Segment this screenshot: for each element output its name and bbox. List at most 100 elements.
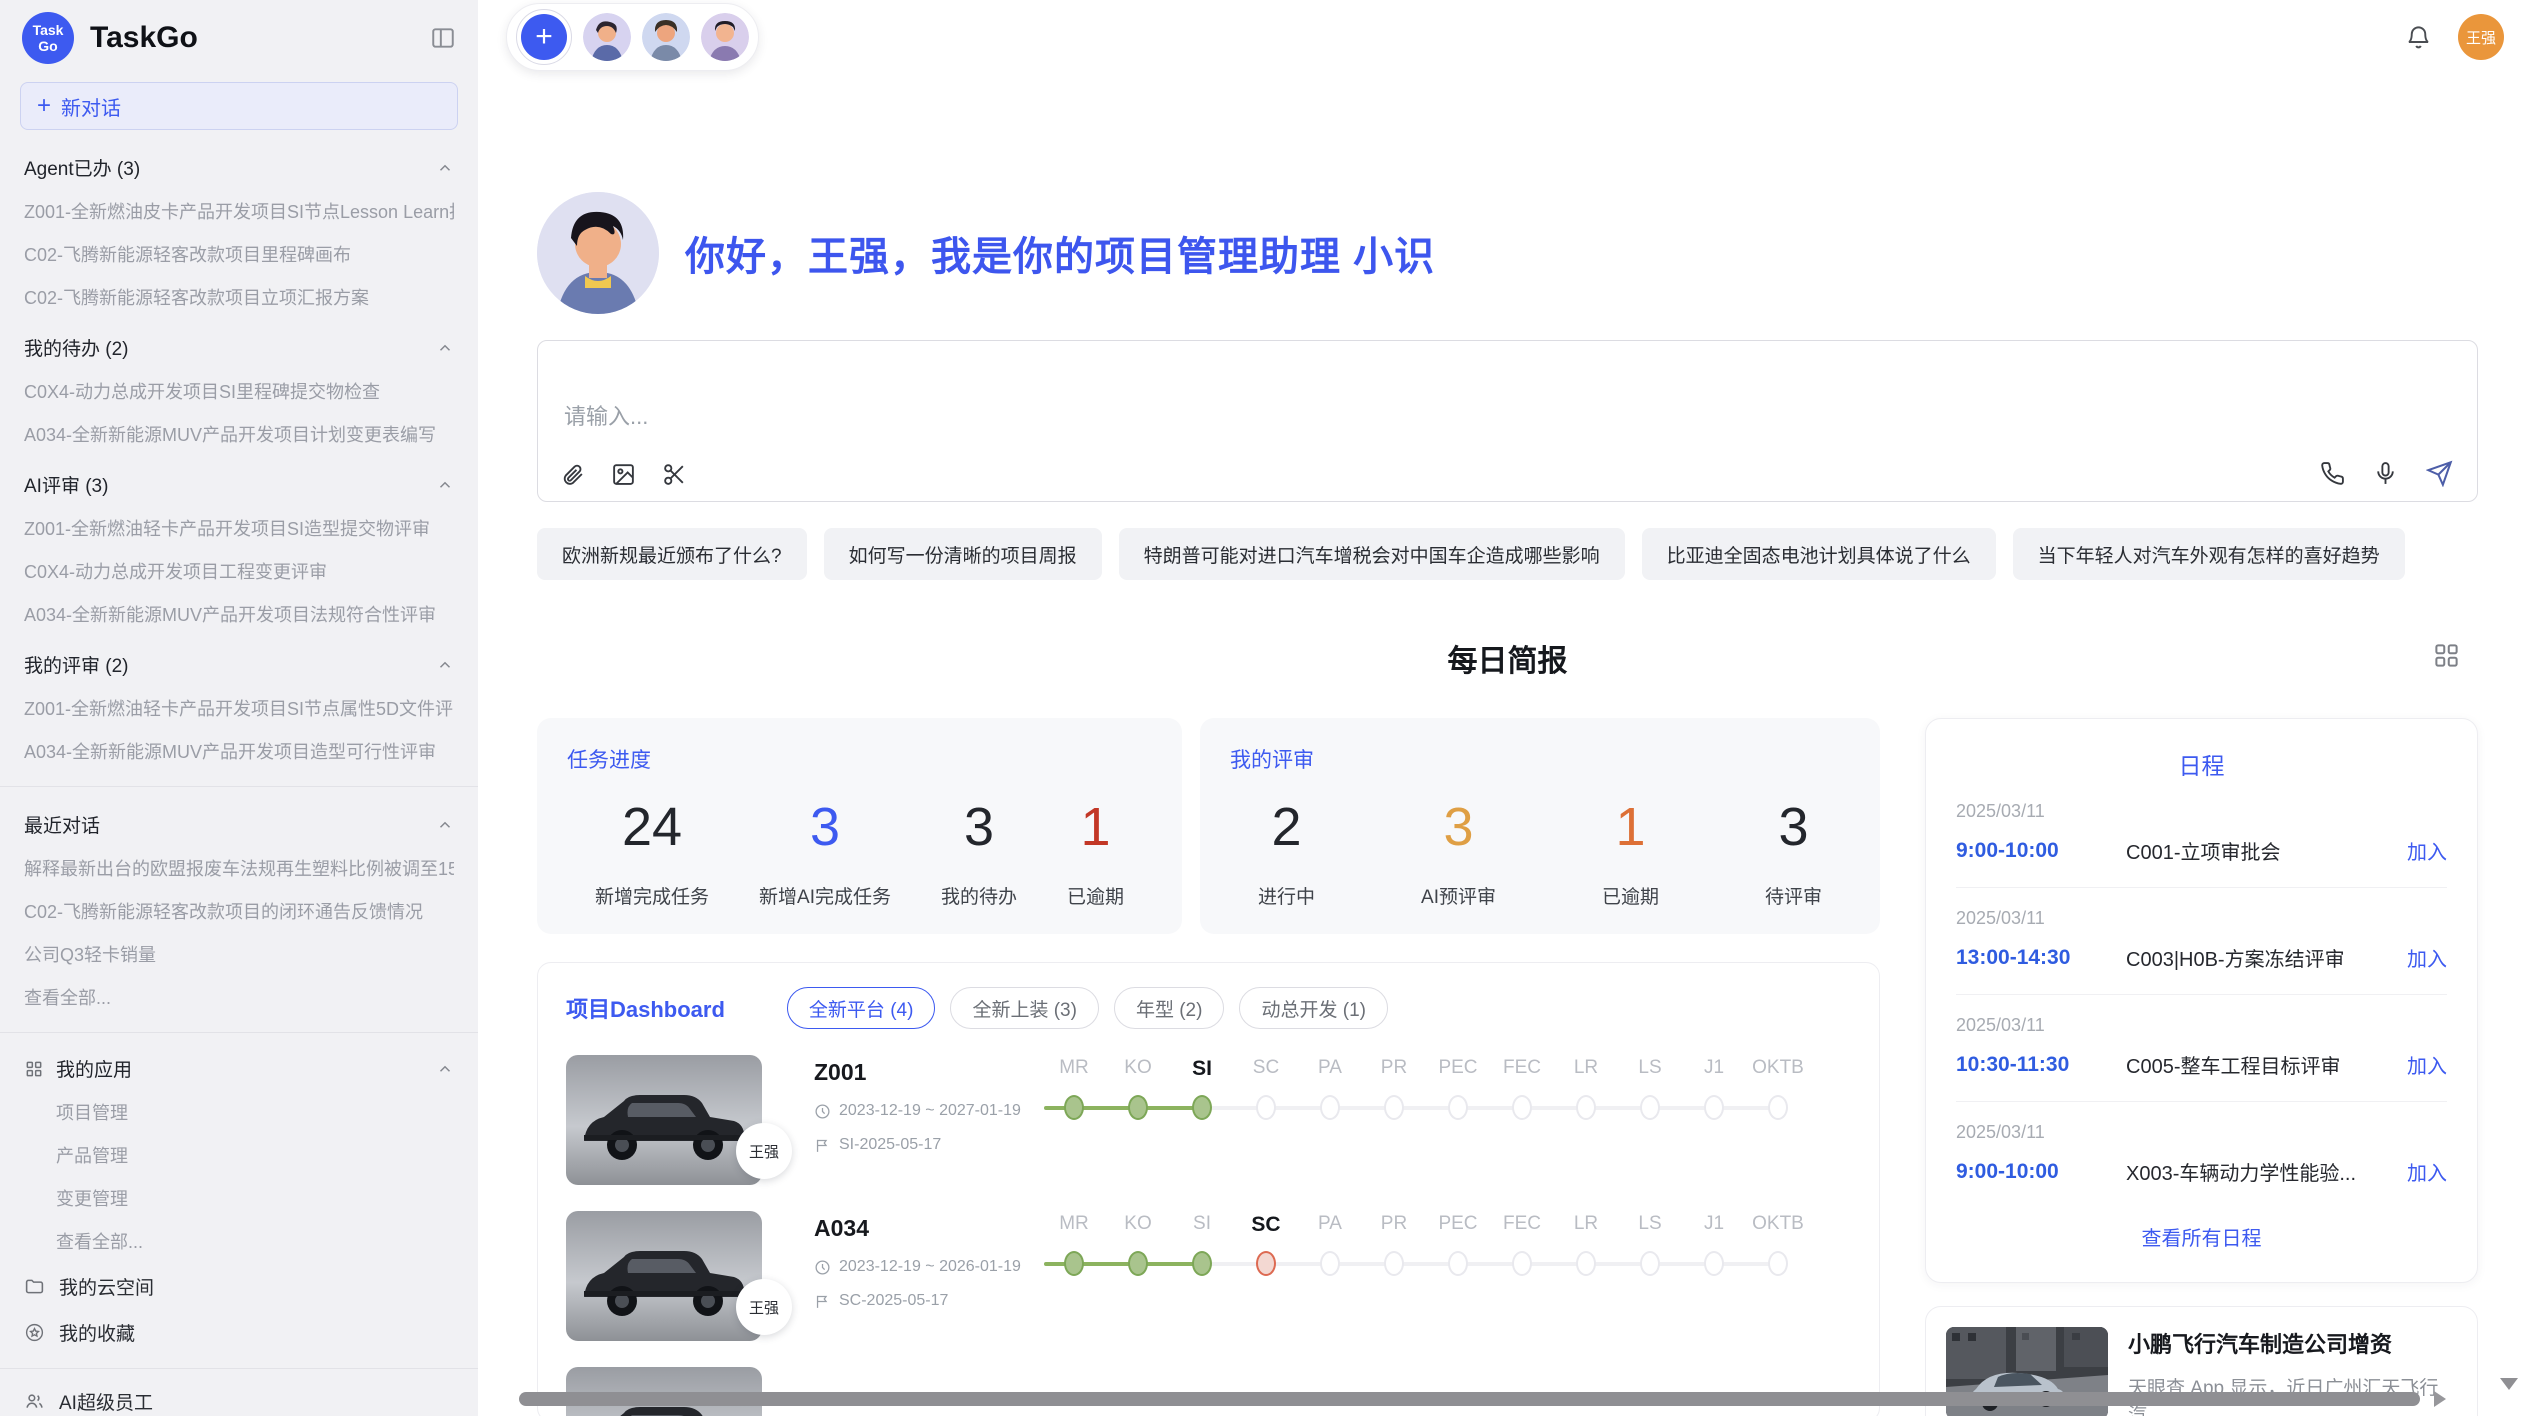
sidebar-item[interactable]: C0X4-动力总成开发项目SI里程碑提交物检查 xyxy=(24,378,454,404)
agent-avatar-1[interactable] xyxy=(583,13,631,61)
sidebar-item[interactable]: C0X4-动力总成开发项目工程变更评审 xyxy=(24,558,454,584)
main-area: + 王强 你好，王强，我是你的项目管理助理 小识 xyxy=(478,0,2532,1416)
milestone-dots xyxy=(1042,1095,1810,1135)
dashboard-tab[interactable]: 动总开发 (1) xyxy=(1239,987,1388,1029)
suggestion-chip[interactable]: 如何写一份清晰的项目周报 xyxy=(824,528,1102,580)
app-item[interactable]: 变更管理 xyxy=(56,1185,454,1211)
milestone-label-KO: KO xyxy=(1106,1057,1170,1081)
recent-chats-header[interactable]: 最近对话 xyxy=(24,811,454,838)
chevron-up-icon[interactable] xyxy=(436,816,454,834)
date-range-text: 2023-12-19 ~ 2026-01-19 xyxy=(839,1258,1021,1276)
dashboard-tab[interactable]: 年型 (2) xyxy=(1114,987,1225,1029)
sidebar-item[interactable]: Z001-全新燃油轻卡产品开发项目SI节点属性5D文件评审 xyxy=(24,695,454,721)
chevron-up-icon[interactable] xyxy=(436,1060,454,1078)
stat-进行中: 2进行中 xyxy=(1258,796,1315,909)
schedule-view-all[interactable]: 查看所有日程 xyxy=(1956,1222,2447,1251)
app-item[interactable]: 产品管理 xyxy=(56,1142,454,1168)
microphone-icon[interactable] xyxy=(2373,461,2398,486)
event-join-link[interactable]: 加入 xyxy=(2407,1050,2447,1079)
notification-bell-icon[interactable] xyxy=(2405,24,2432,51)
stat-value: 1 xyxy=(1067,796,1124,858)
sidebar-section-header[interactable]: AI评审 (3) xyxy=(24,471,454,498)
send-icon[interactable] xyxy=(2426,460,2453,487)
suggestion-chip[interactable]: 比亚迪全固态电池计划具体说了什么 xyxy=(1642,528,1996,580)
truck-photo xyxy=(566,1211,762,1341)
project-name: A034 xyxy=(814,1215,1024,1242)
plus-icon: + xyxy=(37,96,51,116)
my-apps-label: 我的应用 xyxy=(56,1055,132,1082)
task-progress-card: 任务进度 24新增完成任务3新增AI完成任务3我的待办1已逾期 xyxy=(537,718,1182,934)
apps-grid-icon xyxy=(24,1059,44,1079)
section-label: Agent已办 (3) xyxy=(24,154,140,181)
new-chat-button[interactable]: + 新对话 xyxy=(20,82,458,130)
suggestion-chip[interactable]: 当下年轻人对汽车外观有怎样的喜好趋势 xyxy=(2013,528,2405,580)
apps-view-all[interactable]: 查看全部... xyxy=(56,1228,454,1254)
sidebar-item[interactable]: A034-全新新能源MUV产品开发项目法规符合性评审 xyxy=(24,601,454,627)
chevron-up-icon[interactable] xyxy=(436,159,454,177)
sidebar-item[interactable]: C02-飞腾新能源轻客改款项目里程碑画布 xyxy=(24,241,454,267)
recent-chat-item[interactable]: 公司Q3轻卡销量 xyxy=(24,941,454,967)
scroll-right-arrow[interactable] xyxy=(2434,1391,2446,1407)
task-progress-title: 任务进度 xyxy=(567,744,1152,774)
my-apps-header[interactable]: 我的应用 xyxy=(24,1055,454,1082)
scroll-down-arrow[interactable] xyxy=(2500,1378,2518,1390)
sidebar-scroll-area: Agent已办 (3) Z001-全新燃油皮卡产品开发项目SI节点Lesson L… xyxy=(0,154,478,1416)
chevron-up-icon[interactable] xyxy=(436,339,454,357)
topbar: + 王强 xyxy=(478,0,2532,74)
event-join-link[interactable]: 加入 xyxy=(2407,943,2447,972)
project-name: Z001 xyxy=(814,1059,1024,1086)
recent-chat-item[interactable]: C02-飞腾新能源轻客改款项目的闭环通告反馈情况 xyxy=(24,898,454,924)
milestone-dot-LR xyxy=(1576,1251,1596,1276)
milestone-label-OKTB: OKTB xyxy=(1746,1057,1810,1081)
event-time: 9:00-10:00 xyxy=(1956,839,2126,863)
app-item[interactable]: 项目管理 xyxy=(56,1099,454,1125)
recent-chat-item[interactable]: 解释最新出台的欧盟报废车法规再生塑料比例被调至15%... xyxy=(24,855,454,881)
suggestion-chip[interactable]: 特朗普可能对进口汽车增税会对中国车企造成哪些影响 xyxy=(1119,528,1625,580)
event-join-link[interactable]: 加入 xyxy=(2407,1157,2447,1186)
user-avatar[interactable]: 王强 xyxy=(2458,14,2504,60)
sidebar-item[interactable]: Z001-全新燃油轻卡产品开发项目SI造型提交物评审 xyxy=(24,515,454,541)
sidebar-shortcut-我的收藏[interactable]: 我的收藏 xyxy=(24,1319,454,1346)
stat-label: 新增完成任务 xyxy=(595,882,709,909)
milestone-dot-LS xyxy=(1640,1095,1660,1120)
sidebar-item[interactable]: C02-飞腾新能源轻客改款项目立项汇报方案 xyxy=(24,284,454,310)
sidebar-section-header[interactable]: Agent已办 (3) xyxy=(24,154,454,181)
stat-value: 3 xyxy=(941,796,1017,858)
agent-avatar-3[interactable] xyxy=(701,13,749,61)
chat-input[interactable] xyxy=(538,341,2477,501)
sidebar-section-header[interactable]: 我的评审 (2) xyxy=(24,651,454,678)
sidebar-tool-AI超级员工[interactable]: AI超级员工 xyxy=(24,1388,454,1415)
flag-text: SI-2025-05-17 xyxy=(839,1136,941,1154)
suggestion-chip[interactable]: 欧洲新规最近颁布了什么? xyxy=(537,528,807,580)
chevron-up-icon[interactable] xyxy=(436,656,454,674)
sidebar-item[interactable]: Z001-全新燃油皮卡产品开发项目SI节点Lesson Learn报告 xyxy=(24,198,454,224)
flag-text: SC-2025-05-17 xyxy=(839,1292,948,1310)
sidebar-item[interactable]: A034-全新新能源MUV产品开发项目造型可行性评审 xyxy=(24,738,454,764)
sidebar-shortcut-我的云空间[interactable]: 我的云空间 xyxy=(24,1273,454,1300)
event-row: 10:30-11:30C005-整车工程目标评审加入 xyxy=(1956,1050,2447,1079)
stat-label: AI预评审 xyxy=(1421,882,1496,909)
add-agent-button[interactable]: + xyxy=(521,14,567,60)
milestone-label-FEC: FEC xyxy=(1490,1057,1554,1081)
phone-call-icon[interactable] xyxy=(2320,461,2345,486)
dashboard-tab[interactable]: 全新上装 (3) xyxy=(950,987,1099,1029)
dashboard-tab[interactable]: 全新平台 (4) xyxy=(787,987,936,1029)
horizontal-scrollbar[interactable] xyxy=(519,1392,2420,1406)
milestone-label-J1: J1 xyxy=(1682,1213,1746,1237)
attachment-icon[interactable] xyxy=(560,462,585,487)
scissors-icon[interactable] xyxy=(662,462,687,487)
briefing-layout-icon[interactable] xyxy=(2433,642,2460,669)
sidebar-section-header[interactable]: 我的待办 (2) xyxy=(24,334,454,361)
sidebar-item[interactable]: A034-全新新能源MUV产品开发项目计划变更表编写 xyxy=(24,421,454,447)
event-date: 2025/03/11 xyxy=(1956,908,2447,929)
image-upload-icon[interactable] xyxy=(611,462,636,487)
agent-avatar-2[interactable] xyxy=(642,13,690,61)
milestone-label-OKTB: OKTB xyxy=(1746,1213,1810,1237)
sidebar-collapse-icon[interactable] xyxy=(430,25,456,51)
recent-view-all[interactable]: 查看全部... xyxy=(24,984,454,1010)
chevron-up-icon[interactable] xyxy=(436,476,454,494)
milestone-dot-J1 xyxy=(1704,1251,1724,1276)
stat-待评审: 3待评审 xyxy=(1765,796,1822,909)
milestone-label-PA: PA xyxy=(1298,1057,1362,1081)
event-join-link[interactable]: 加入 xyxy=(2407,836,2447,865)
